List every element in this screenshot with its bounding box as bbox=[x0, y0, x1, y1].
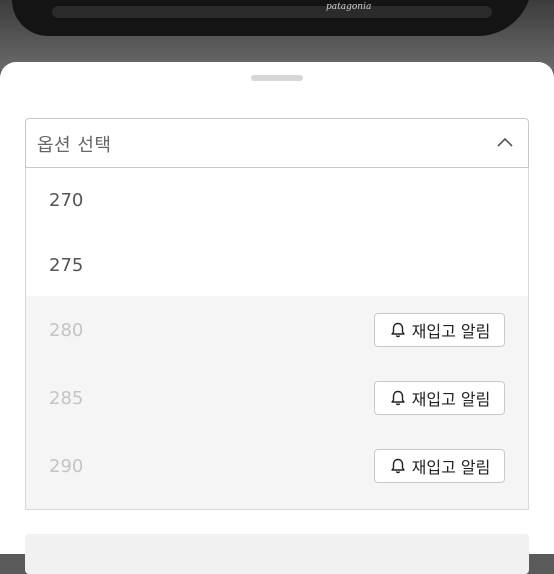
shoe-image bbox=[12, 0, 532, 36]
option-size: 290 bbox=[49, 456, 84, 477]
restock-alert-button[interactable]: 재입고 알림 bbox=[374, 449, 505, 483]
bottom-panel bbox=[25, 534, 529, 574]
option-list: 270 275 280 재입고 알림 285 재입고 알림 290 재입고 알림 bbox=[25, 168, 529, 510]
bell-icon bbox=[390, 322, 405, 338]
option-item[interactable]: 270 bbox=[26, 168, 528, 234]
option-size: 280 bbox=[49, 320, 84, 341]
option-item-sold-out: 280 재입고 알림 bbox=[26, 296, 528, 364]
chevron-up-icon[interactable] bbox=[496, 135, 514, 149]
option-select-dropdown[interactable]: 옵션 선택 bbox=[25, 118, 529, 168]
option-size: 275 bbox=[49, 255, 84, 276]
bell-icon bbox=[390, 458, 405, 474]
sheet-drag-handle[interactable] bbox=[251, 75, 303, 81]
restock-alert-label: 재입고 알림 bbox=[411, 458, 491, 477]
option-select-label: 옵션 선택 bbox=[37, 135, 112, 156]
bell-icon bbox=[390, 390, 405, 406]
bottom-sheet: 옵션 선택 270 275 280 재입고 알림 285 재입고 알림 290 … bbox=[0, 62, 554, 574]
restock-alert-label: 재입고 알림 bbox=[411, 390, 491, 409]
option-item[interactable]: 275 bbox=[26, 234, 528, 296]
option-size: 285 bbox=[49, 388, 84, 409]
restock-alert-button[interactable]: 재입고 알림 bbox=[374, 381, 505, 415]
brand-logo: patagonia bbox=[326, 2, 372, 12]
restock-alert-button[interactable]: 재입고 알림 bbox=[374, 313, 505, 347]
product-image: patagonia bbox=[0, 0, 554, 70]
restock-alert-label: 재입고 알림 bbox=[411, 322, 491, 341]
option-item-sold-out: 290 재입고 알림 bbox=[26, 432, 528, 509]
option-size: 270 bbox=[49, 190, 84, 211]
option-item-sold-out: 285 재입고 알림 bbox=[26, 364, 528, 432]
